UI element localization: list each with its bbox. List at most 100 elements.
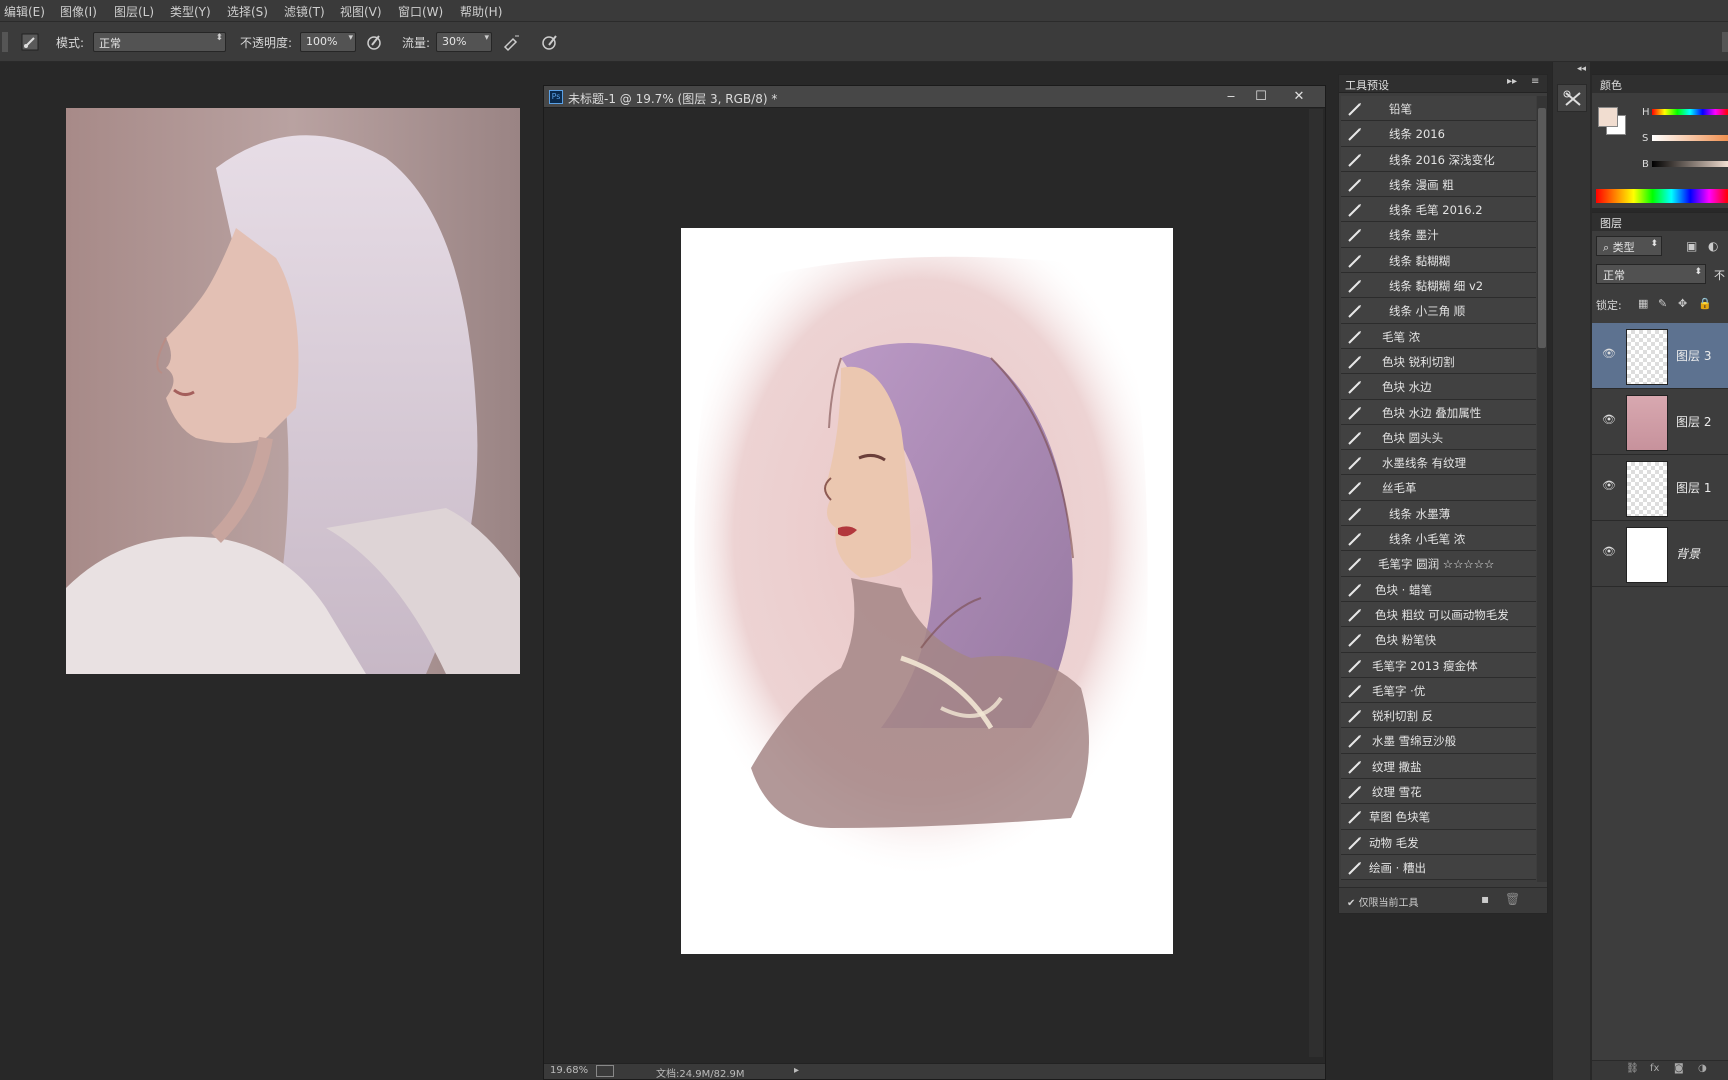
document-title-bar[interactable]: Ps 未标题-1 @ 19.7% (图层 3, RGB/8) * ‒ ☐ ✕ [544, 86, 1325, 108]
layer-mask-icon[interactable]: ◙ [1674, 1063, 1684, 1074]
preset-item[interactable]: 毛笔 浓 [1341, 323, 1536, 349]
preset-item[interactable]: 色块 圆头头 [1341, 424, 1536, 451]
brush-icon [1347, 480, 1363, 496]
menu-filter[interactable]: 滤镜(T) [284, 3, 325, 20]
preset-item[interactable]: 色块 水边 [1341, 374, 1536, 400]
airbrush-icon[interactable] [502, 32, 522, 52]
preset-item[interactable]: 绘画 · 糟出 [1341, 854, 1536, 881]
preset-item[interactable]: 线条 小毛笔 浓 [1341, 526, 1536, 552]
trash-icon[interactable]: 🗑 [1505, 892, 1520, 906]
presets-scroll-thumb[interactable] [1538, 108, 1546, 348]
preset-item[interactable]: 线条 小三角 顺 [1341, 298, 1536, 324]
color-spectrum[interactable] [1596, 189, 1728, 203]
brush-preset-icon[interactable] [20, 32, 40, 52]
lock-position-icon[interactable]: ✥ [1678, 297, 1687, 310]
filter-adjustment-icon[interactable]: ◐ [1708, 239, 1718, 253]
hue-slider[interactable] [1652, 109, 1728, 115]
preset-item[interactable]: 色块 水边 叠加属性 [1341, 399, 1536, 425]
layer-row[interactable]: 👁 图层 3 [1592, 323, 1728, 389]
document-size-info: 文档:24.9M/82.9M [656, 1069, 745, 1080]
preset-item[interactable]: 锐利切割 反 [1341, 703, 1536, 729]
preset-item[interactable]: 线条 墨汁 [1341, 222, 1536, 248]
preset-item[interactable]: 线条 漫画 粗 [1341, 171, 1536, 198]
preset-item[interactable]: 纹理 撒盐 [1341, 753, 1536, 780]
preset-item[interactable]: 色块 粗纹 可以画动物毛发 [1341, 601, 1536, 628]
visibility-eye-icon[interactable]: 👁 [1602, 545, 1616, 558]
menu-image[interactable]: 图像(I) [60, 3, 97, 20]
preset-item[interactable]: 水墨线条 有纹理 [1341, 450, 1536, 476]
panel-menu-icon[interactable]: ≡ [1531, 76, 1539, 87]
preset-item[interactable]: 毛笔字 2013 瘦金体 [1341, 652, 1536, 678]
canvas[interactable] [681, 228, 1173, 954]
tab-tool-presets[interactable]: 工具预设 [1345, 77, 1389, 93]
tool-preset-picker-edge[interactable] [2, 32, 8, 52]
layer-row[interactable]: 👁 背景 [1592, 521, 1728, 587]
preset-label: 纹理 撒盐 [1372, 759, 1422, 774]
menu-view[interactable]: 视图(V) [340, 3, 382, 20]
foreground-color-swatch[interactable] [1598, 107, 1618, 127]
minimize-button[interactable]: ‒ [1220, 89, 1242, 105]
layer-row[interactable]: 👁 图层 2 [1592, 389, 1728, 455]
collapse-dock-icon[interactable]: ◂◂ [1577, 64, 1586, 74]
mode-dropdown[interactable]: 正常 ⬍ [93, 32, 226, 52]
saturation-slider[interactable] [1652, 135, 1728, 141]
chevron-down-icon[interactable]: ▾ [348, 33, 353, 43]
flow-field[interactable]: 30% ▾ [436, 32, 492, 52]
brightness-slider[interactable] [1652, 161, 1728, 167]
lock-image-brush-icon[interactable]: ✎ [1658, 297, 1667, 310]
lock-transparent-icon[interactable]: ▦ [1638, 297, 1648, 310]
maximize-button[interactable]: ☐ [1250, 89, 1272, 105]
preset-item[interactable]: 色块 粉笔快 [1341, 627, 1536, 653]
pressure-opacity-icon[interactable] [364, 32, 384, 52]
preset-item[interactable]: 线条 2016 [1341, 121, 1536, 147]
menu-edit[interactable]: 编辑(E) [4, 3, 45, 20]
tool-presets-dock-button[interactable] [1557, 84, 1587, 112]
menu-window[interactable]: 窗口(W) [398, 3, 443, 20]
options-edge-button[interactable] [1722, 32, 1728, 52]
preset-item[interactable]: 色块 锐利切割 [1341, 348, 1536, 375]
link-layers-icon[interactable]: ⛓ [1626, 1063, 1639, 1074]
visibility-eye-icon[interactable]: 👁 [1602, 347, 1616, 360]
menu-help[interactable]: 帮助(H) [460, 3, 502, 20]
preset-item[interactable]: 毛笔字 ·优 [1341, 677, 1536, 704]
preset-item[interactable]: 线条 黏糊糊 [1341, 247, 1536, 274]
pressure-size-icon[interactable] [540, 32, 560, 52]
preset-item[interactable]: 色块 · 蜡笔 [1341, 576, 1536, 602]
preset-item[interactable]: 丝毛革 [1341, 475, 1536, 501]
presets-scrollbar[interactable] [1537, 96, 1547, 882]
preset-item[interactable]: 毛笔字 圆润 ☆☆☆☆☆ [1341, 551, 1536, 577]
lock-all-icon[interactable]: 🔒 [1698, 297, 1712, 310]
current-tool-only-checkbox[interactable]: ✔ 仅限当前工具 [1347, 894, 1419, 909]
preset-item[interactable]: 纹理 雪花 [1341, 779, 1536, 805]
opacity-field[interactable]: 100% ▾ [300, 32, 356, 52]
adjustment-layer-icon[interactable]: ◑ [1698, 1063, 1707, 1074]
preset-item[interactable]: 线条 毛笔 2016.2 [1341, 197, 1536, 223]
preset-item[interactable]: 线条 2016 深浅变化 [1341, 146, 1536, 172]
menu-layer[interactable]: 图层(L) [114, 3, 154, 20]
layer-filter-dropdown[interactable]: ⌕ 类型 ⬍ [1596, 236, 1662, 256]
visibility-eye-icon[interactable]: 👁 [1602, 479, 1616, 492]
menu-select[interactable]: 选择(S) [227, 3, 268, 20]
chevron-down-icon[interactable]: ▾ [484, 33, 489, 43]
preset-item[interactable]: 线条 水墨薄 [1341, 500, 1536, 527]
expand-panel-icon[interactable]: ▸▸ [1507, 76, 1517, 87]
document-vertical-scrollbar[interactable] [1309, 109, 1323, 1057]
tab-layers[interactable]: 图层 [1600, 215, 1622, 231]
menu-type[interactable]: 类型(Y) [170, 3, 211, 20]
blend-mode-dropdown[interactable]: 正常 ⬍ [1596, 264, 1706, 284]
layer-row[interactable]: 👁 图层 1 [1592, 455, 1728, 521]
close-button[interactable]: ✕ [1288, 89, 1310, 105]
preset-item[interactable]: 水墨 雪绵豆沙般 [1341, 728, 1536, 754]
filter-pixel-icon[interactable]: ▣ [1686, 239, 1697, 253]
new-preset-icon[interactable]: ▪ [1481, 892, 1489, 906]
status-menu-arrow-icon[interactable]: ▸ [794, 1065, 799, 1076]
zoom-level[interactable]: 19.68% [550, 1065, 588, 1076]
preset-item[interactable]: 草图 色块笔 [1341, 804, 1536, 830]
preset-item[interactable]: 铅笔 [1341, 96, 1536, 122]
visibility-eye-icon[interactable]: 👁 [1602, 413, 1616, 426]
layer-style-icon[interactable]: fx [1650, 1063, 1659, 1074]
preset-item[interactable]: 动物 毛发 [1341, 829, 1536, 855]
tab-color[interactable]: 颜色 [1600, 77, 1622, 93]
preset-item[interactable]: 线条 黏糊糊 细 v2 [1341, 273, 1536, 299]
export-icon[interactable] [596, 1065, 614, 1077]
